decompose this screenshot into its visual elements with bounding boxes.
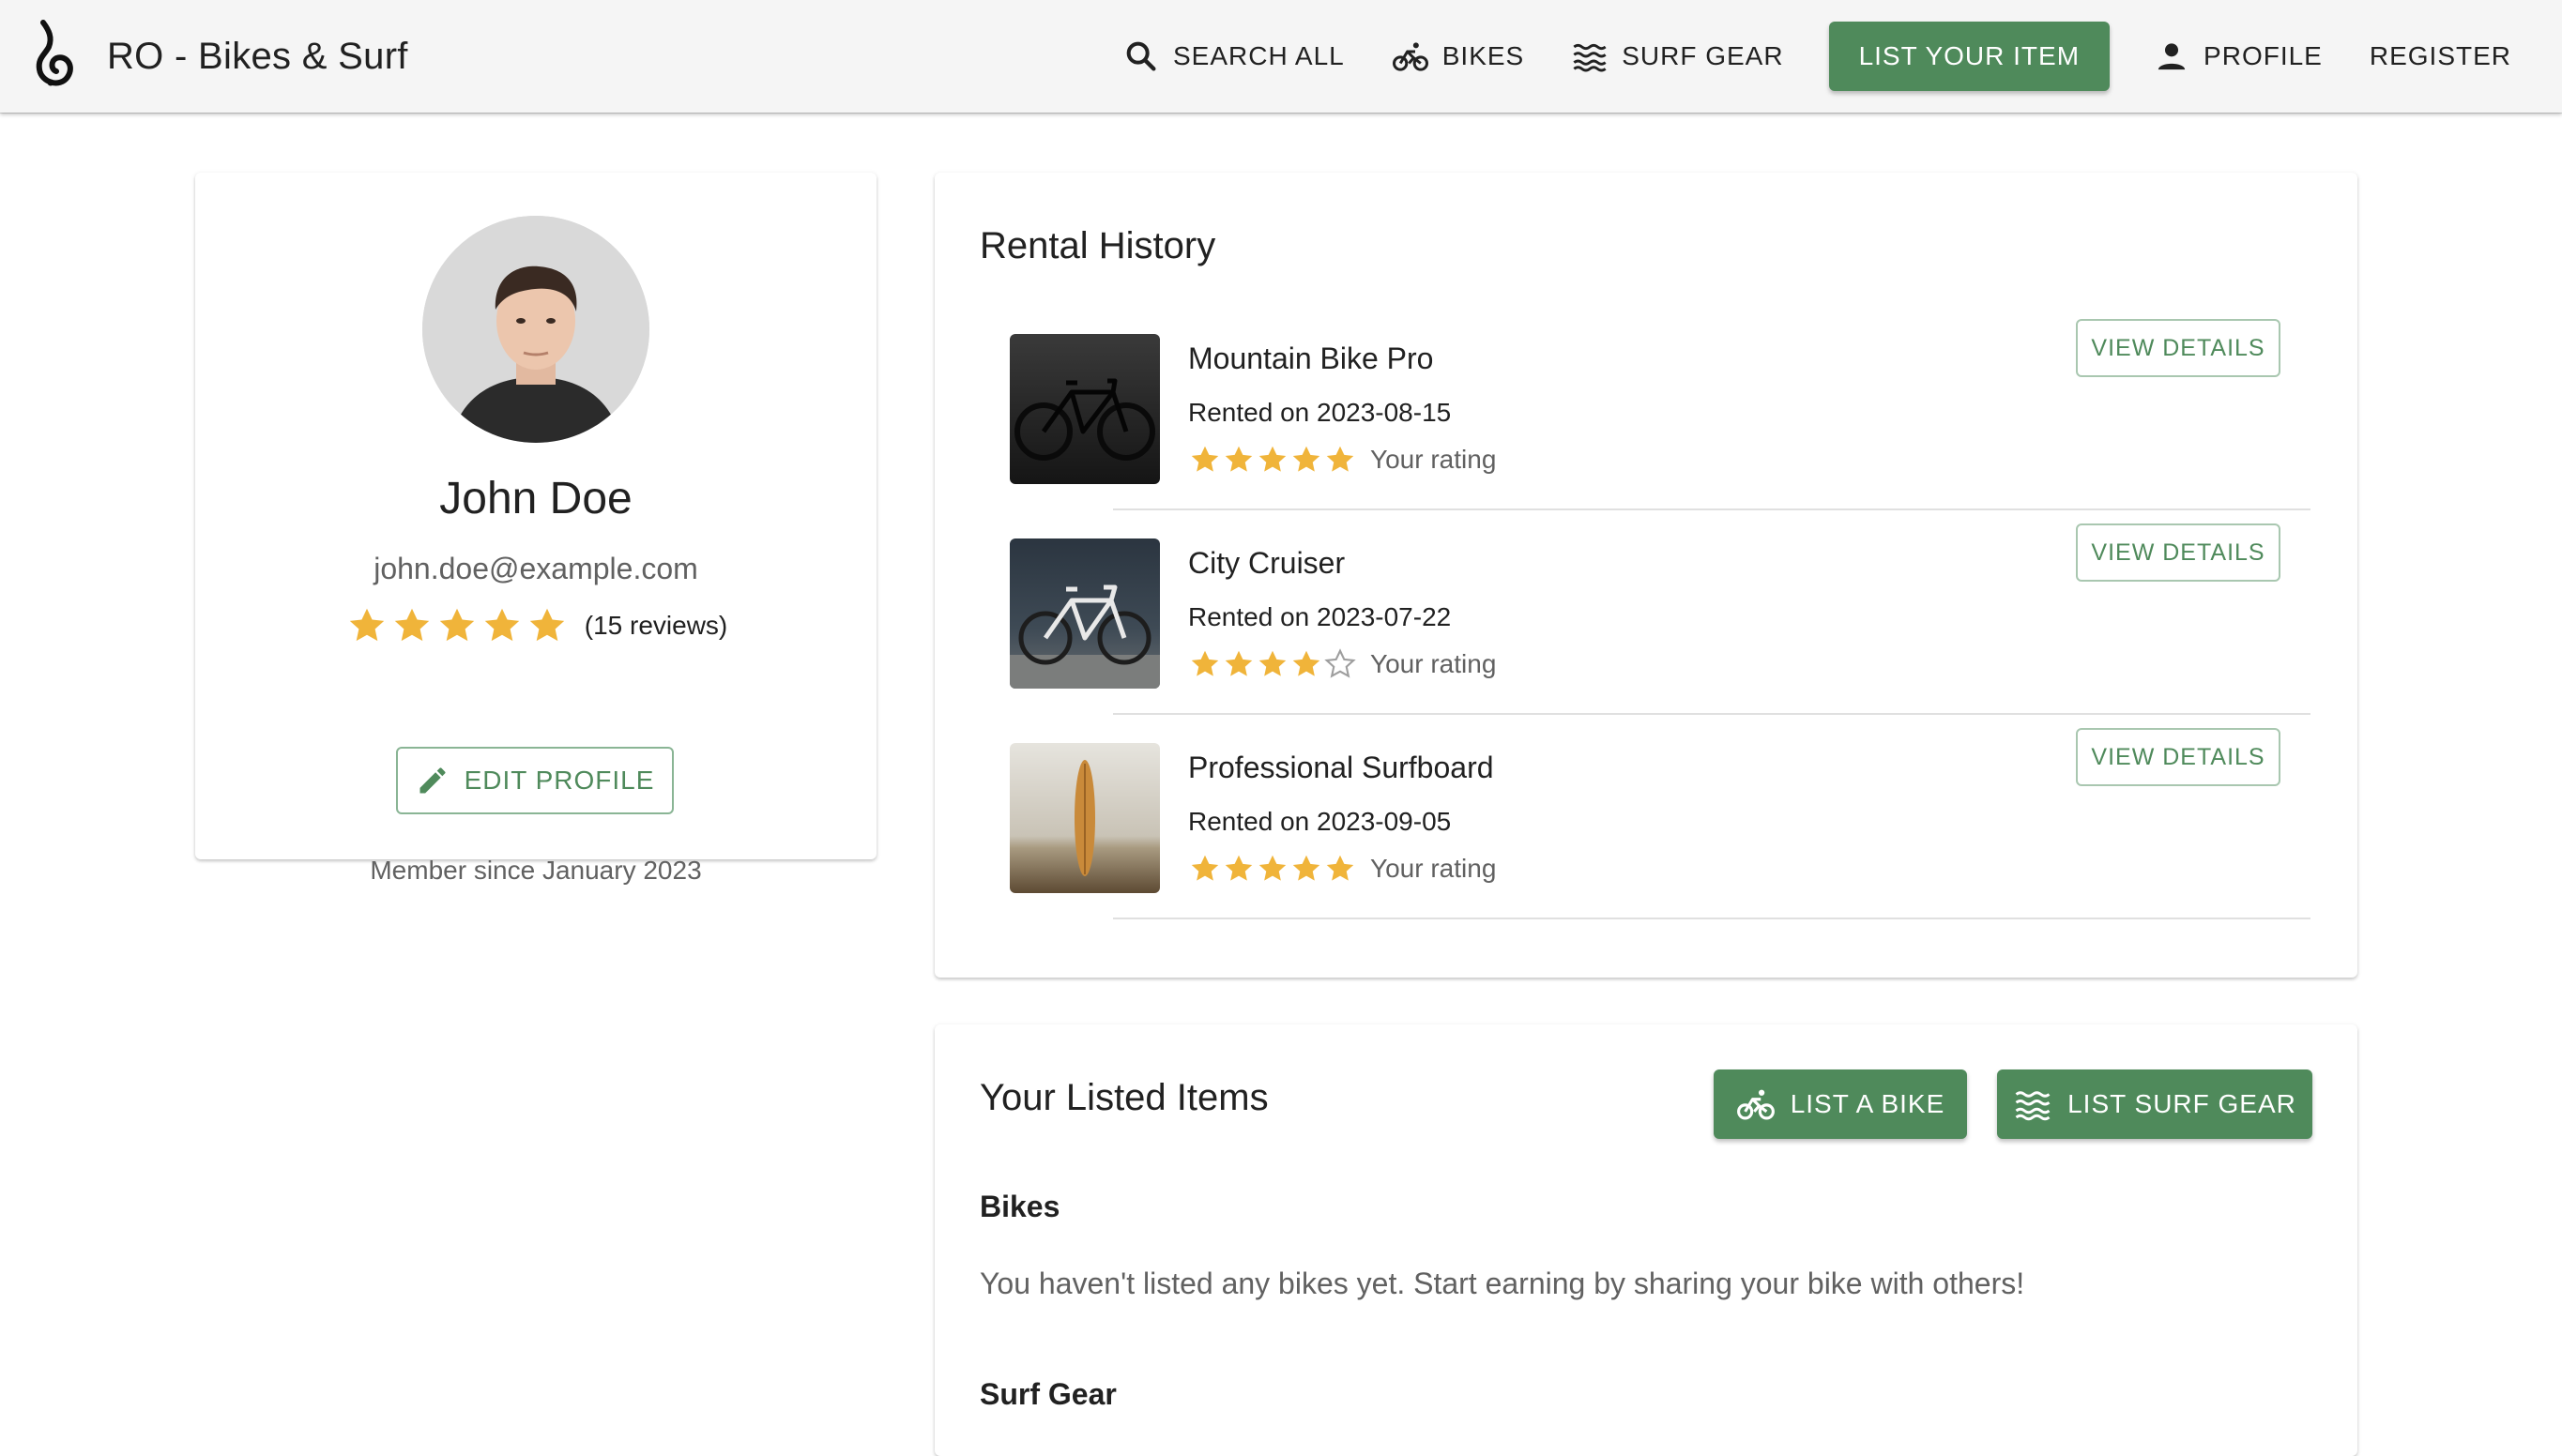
rental-item: Professional Surfboard Rented on 2023-09…: [1010, 728, 2310, 948]
rental-thumbnail: [1010, 334, 1160, 484]
star-filled-icon: [1258, 855, 1287, 881]
rental-rating: Your rating: [1188, 852, 1496, 886]
bikes-heading: Bikes: [980, 1190, 1060, 1223]
divider: [1113, 508, 2310, 510]
rating-label: Your rating: [1370, 445, 1497, 474]
star-filled-icon: [1225, 650, 1253, 676]
listed-items-card: Your Listed Items LIST A BIKE LIST SURF …: [935, 1024, 2357, 1456]
nav-register-label: REGISTER: [2369, 41, 2511, 70]
rental-item: Mountain Bike Pro Rented on 2023-08-15 Y…: [1010, 319, 2310, 538]
edit-profile-label: EDIT PROFILE: [464, 766, 655, 795]
rating-label: Your rating: [1370, 649, 1497, 678]
rental-date: Rented on 2023-07-22: [1188, 602, 1452, 631]
view-details-button[interactable]: VIEW DETAILS: [2076, 319, 2280, 377]
profile-rating: (15 reviews): [195, 604, 877, 647]
star-filled-icon: [1225, 855, 1253, 881]
bikes-empty-message: You haven't listed any bikes yet. Start …: [980, 1266, 2025, 1300]
rental-name: Professional Surfboard: [1188, 751, 1494, 784]
view-details-button[interactable]: VIEW DETAILS: [2076, 728, 2280, 786]
review-count: (15 reviews): [584, 611, 728, 640]
star-filled-icon: [349, 608, 384, 642]
brand[interactable]: RO - Bikes & Surf: [28, 0, 408, 113]
view-details-button[interactable]: VIEW DETAILS: [2076, 523, 2280, 582]
rental-rating: Your rating: [1188, 647, 1496, 681]
nav-surf-gear-label: SURF GEAR: [1622, 41, 1784, 70]
star-filled-icon: [1258, 650, 1287, 676]
rental-date: Rented on 2023-09-05: [1188, 807, 1452, 836]
rental-history-card: Rental History Mountain Bike Pro Rented …: [935, 173, 2357, 978]
star-filled-icon: [1225, 446, 1253, 472]
star-filled-icon: [1191, 855, 1219, 881]
nav-register[interactable]: REGISTER: [2349, 22, 2532, 91]
profile-star-rating: [344, 604, 570, 647]
nav-profile-label: PROFILE: [2204, 41, 2323, 70]
list-surf-gear-button[interactable]: LIST SURF GEAR: [1997, 1069, 2312, 1139]
nav-bikes-label: BIKES: [1441, 41, 1525, 70]
bike-icon: [1392, 42, 1428, 71]
waves-icon: [2015, 1091, 2051, 1121]
rental-name: Mountain Bike Pro: [1188, 341, 1434, 375]
rental-item: City Cruiser Rented on 2023-07-22 Your r…: [1010, 523, 2310, 743]
star-filled-icon: [484, 608, 519, 642]
star-filled-icon: [529, 608, 564, 642]
star-filled-icon: [1326, 855, 1354, 881]
search-icon: [1126, 41, 1156, 71]
app-bar: RO - Bikes & Surf SEARCH ALL BIKES SURF …: [0, 0, 2562, 113]
member-since: Member since January 2023: [370, 856, 702, 885]
person-icon: [2158, 43, 2186, 70]
rental-rating: Your rating: [1188, 443, 1496, 477]
listed-items-title: Your Listed Items: [980, 1077, 1269, 1118]
list-your-item-label: LIST YOUR ITEM: [1858, 41, 2081, 70]
divider: [1113, 918, 2310, 919]
star-filled-icon: [1292, 446, 1320, 472]
list-a-bike-button[interactable]: LIST A BIKE: [1714, 1069, 1967, 1139]
star-empty-icon: [1324, 648, 1356, 678]
profile-name: John Doe: [439, 474, 633, 523]
rental-date: Rented on 2023-08-15: [1188, 398, 1452, 427]
star-filled-icon: [1292, 855, 1320, 881]
rental-history-title: Rental History: [980, 225, 1216, 266]
rental-thumbnail: [1010, 743, 1160, 893]
profile-email: john.doe@example.com: [374, 552, 698, 585]
logo-hook-icon: [36, 20, 73, 86]
star-filled-icon: [1191, 446, 1219, 472]
rating-label: Your rating: [1370, 854, 1497, 883]
rental-name: City Cruiser: [1188, 546, 1346, 580]
nav-surf-gear[interactable]: SURF GEAR: [1550, 22, 1804, 91]
edit-profile-button[interactable]: EDIT PROFILE: [396, 747, 674, 814]
star-filled-icon: [1292, 650, 1320, 676]
pencil-icon: [419, 767, 446, 794]
star-filled-icon: [394, 608, 429, 642]
list-a-bike-label: LIST A BIKE: [1790, 1089, 1945, 1118]
nav-profile[interactable]: PROFILE: [2132, 22, 2343, 91]
surf-gear-heading: Surf Gear: [980, 1377, 1117, 1411]
nav-search-all[interactable]: SEARCH ALL: [1102, 22, 1365, 91]
list-your-item-button[interactable]: LIST YOUR ITEM: [1828, 22, 2111, 91]
app-title: RO - Bikes & Surf: [107, 35, 408, 77]
main-nav: SEARCH ALL BIKES SURF GEAR LIST YOUR ITE…: [1096, 0, 2532, 113]
nav-bikes[interactable]: BIKES: [1371, 22, 1545, 91]
avatar: [422, 216, 649, 443]
star-filled-icon: [1191, 650, 1219, 676]
rental-thumbnail: [1010, 538, 1160, 689]
profile-card: John Doe john.doe@example.com (15 review…: [195, 173, 877, 885]
bike-icon: [1736, 1089, 1775, 1120]
star-filled-icon: [1258, 446, 1287, 472]
list-surf-gear-label: LIST SURF GEAR: [2067, 1089, 2296, 1118]
star-filled-icon: [1326, 446, 1354, 472]
waves-icon: [1573, 43, 1607, 72]
nav-search-all-label: SEARCH ALL: [1172, 41, 1345, 70]
star-filled-icon: [439, 608, 474, 642]
divider: [1113, 713, 2310, 715]
